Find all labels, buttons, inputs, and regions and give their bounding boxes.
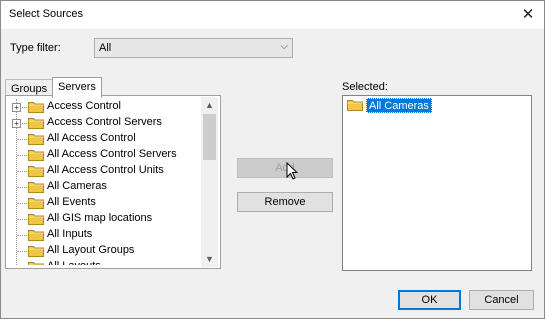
tree-item-label: Access Control xyxy=(47,100,121,112)
chevron-down-icon: ⌵ xyxy=(280,41,288,52)
selected-label: Selected: xyxy=(342,81,388,93)
tree-item-label: Access Control Servers xyxy=(47,116,162,128)
folder-icon xyxy=(28,230,44,241)
tree-item[interactable]: All Access Control Units xyxy=(9,163,203,179)
tree-item[interactable]: + Access Control Servers xyxy=(9,115,203,131)
folder-icon xyxy=(28,246,44,257)
tree-item-label: All Access Control Units xyxy=(47,164,164,176)
scrollbar-thumb[interactable] xyxy=(203,114,216,160)
tree-connector xyxy=(17,187,27,188)
folder-icon xyxy=(28,102,44,113)
tree-connector xyxy=(17,219,27,220)
window-title: Select Sources xyxy=(9,8,83,20)
tree-item-label: All Access Control Servers xyxy=(47,148,177,160)
tree-item-label: All GIS map locations xyxy=(47,212,153,224)
tree-item[interactable]: All Layouts xyxy=(9,259,203,265)
folder-icon xyxy=(28,150,44,161)
tab-servers[interactable]: Servers xyxy=(52,77,102,98)
folder-icon xyxy=(28,118,44,129)
tree-item[interactable]: All GIS map locations xyxy=(9,211,203,227)
tree-connector xyxy=(17,171,27,172)
servers-tree[interactable]: + Access Control + Access Control Servers Al… xyxy=(9,99,203,265)
selected-list[interactable]: All Cameras xyxy=(342,95,532,271)
close-button[interactable]: ✕ xyxy=(514,2,542,26)
cancel-button[interactable]: Cancel xyxy=(469,290,534,310)
folder-icon xyxy=(28,262,44,265)
selected-item-label: All Cameras xyxy=(366,98,432,113)
tree-item-label: All Cameras xyxy=(47,180,107,192)
scroll-up-icon[interactable]: ▲ xyxy=(201,97,218,113)
add-button[interactable]: Add xyxy=(237,158,333,178)
tree-connector xyxy=(17,251,27,252)
folder-icon xyxy=(28,182,44,193)
expand-icon[interactable]: + xyxy=(12,119,21,128)
tree-item[interactable]: All Layout Groups xyxy=(9,243,203,259)
tree-connector xyxy=(17,235,27,236)
title-bar: Select Sources ✕ xyxy=(1,1,544,29)
type-filter-label: Type filter: xyxy=(10,42,61,54)
tree-item[interactable]: All Access Control xyxy=(9,131,203,147)
scroll-down-icon[interactable]: ▼ xyxy=(201,251,218,267)
tree-item-label: All Inputs xyxy=(47,228,93,240)
expand-icon[interactable]: + xyxy=(12,103,21,112)
tree-connector xyxy=(17,203,27,204)
remove-button[interactable]: Remove xyxy=(237,192,333,212)
tree-item-label: All Layouts xyxy=(47,260,101,265)
tree-item[interactable]: All Events xyxy=(9,195,203,211)
folder-icon xyxy=(28,166,44,177)
type-filter-value: All xyxy=(99,42,112,54)
tree-item-label: All Access Control xyxy=(47,132,136,144)
tree-item[interactable]: + Access Control xyxy=(9,99,203,115)
tree-connector xyxy=(17,155,27,156)
folder-icon xyxy=(28,134,44,145)
select-sources-dialog: Select Sources ✕ Type filter: All ⌵ Grou… xyxy=(0,0,545,319)
tree-scrollbar[interactable]: ▲ ▼ xyxy=(201,97,218,267)
folder-icon xyxy=(347,100,363,111)
tree-item[interactable]: All Access Control Servers xyxy=(9,147,203,163)
folder-icon xyxy=(28,198,44,209)
tree-item-label: All Events xyxy=(47,196,96,208)
type-filter-select[interactable]: All ⌵ xyxy=(94,38,293,58)
tree-connector xyxy=(17,139,27,140)
tree-item[interactable]: All Inputs xyxy=(9,227,203,243)
tree-item[interactable]: All Cameras xyxy=(9,179,203,195)
tab-groups-label: Groups xyxy=(11,83,48,95)
folder-icon xyxy=(28,214,44,225)
mouse-pointer-icon xyxy=(286,162,299,180)
tab-servers-label: Servers xyxy=(58,81,96,93)
close-icon: ✕ xyxy=(521,6,535,23)
tree-item-label: All Layout Groups xyxy=(47,244,135,256)
ok-button[interactable]: OK xyxy=(398,290,461,310)
